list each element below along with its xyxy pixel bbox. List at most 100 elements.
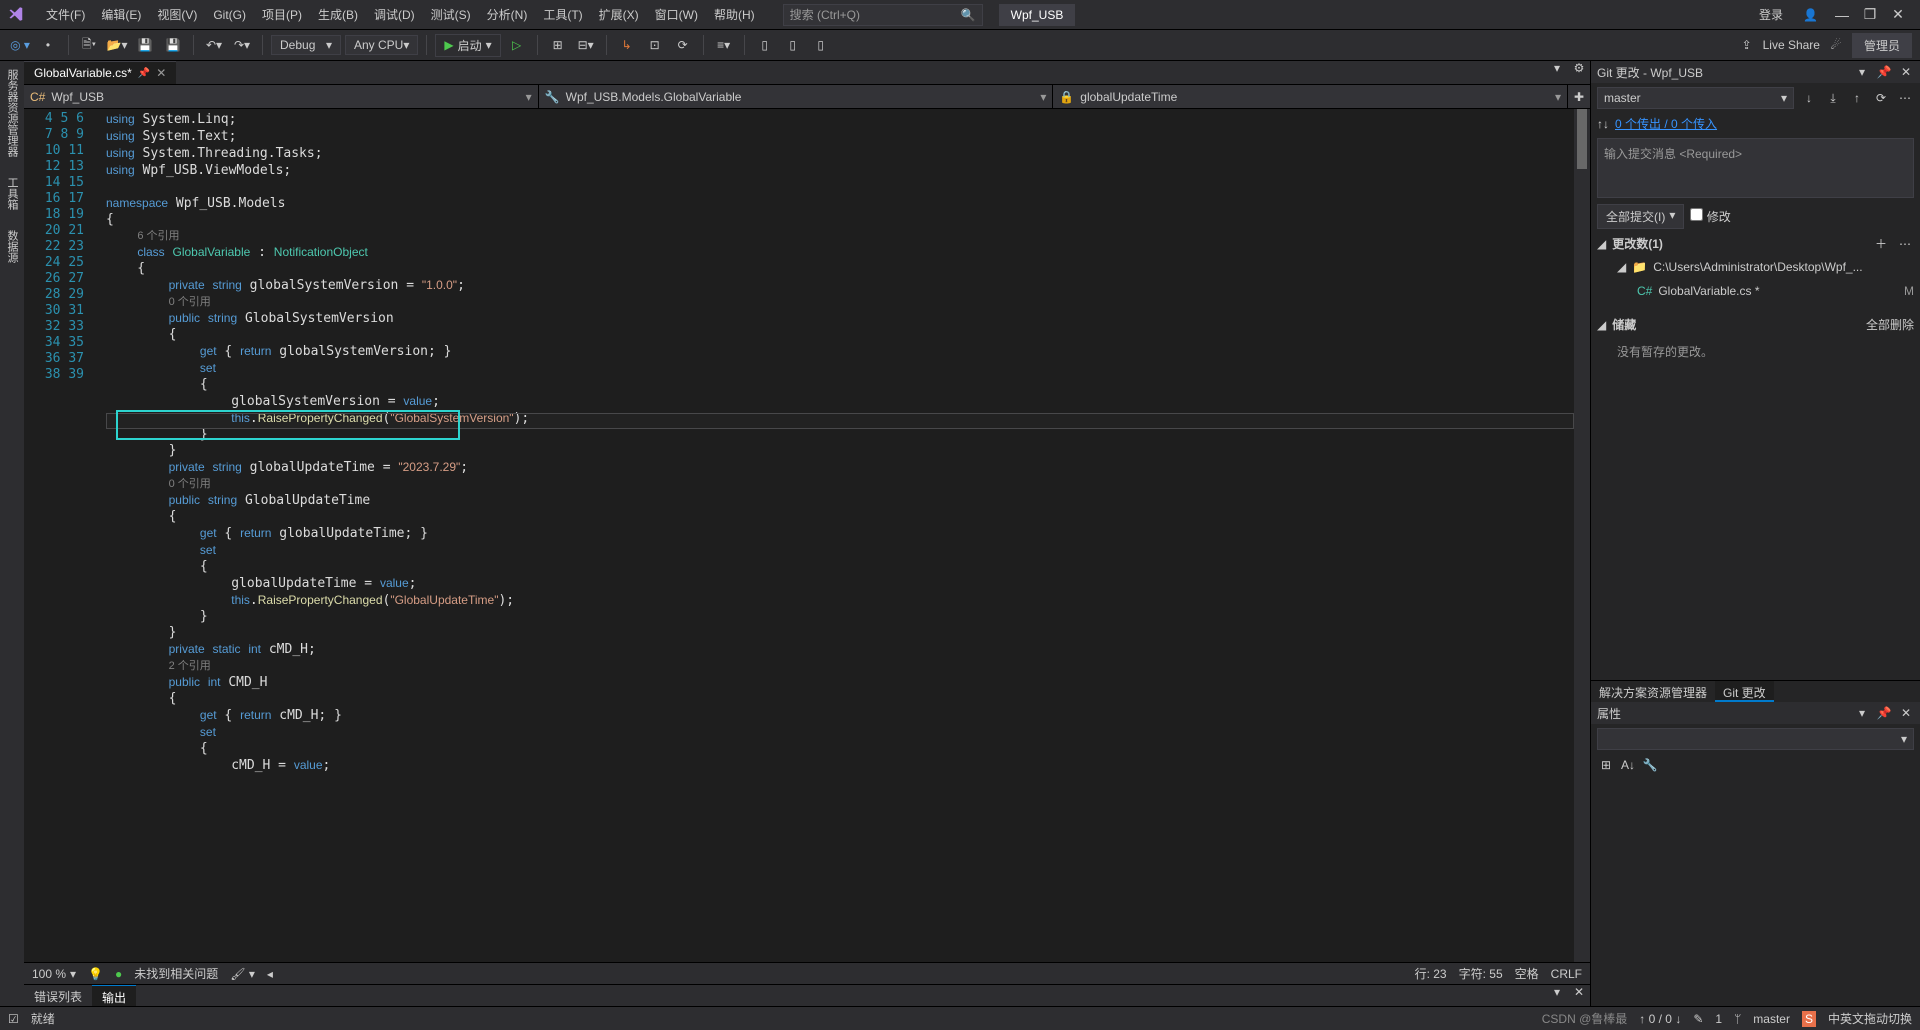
more-icon[interactable]: ⋯ xyxy=(1896,91,1914,105)
ime-text[interactable]: 中英文拖动切换 xyxy=(1828,1010,1912,1027)
fetch-icon[interactable]: ↓ xyxy=(1800,91,1818,105)
menu-git[interactable]: Git(G) xyxy=(205,3,254,27)
code-text[interactable]: using System.Linq; using System.Text; us… xyxy=(106,109,1574,962)
tb-icon-7[interactable]: ▯ xyxy=(753,33,777,57)
panel-pin-icon[interactable]: 📌 xyxy=(1876,65,1892,79)
changed-file[interactable]: C# GlobalVariable.cs * M xyxy=(1597,282,1914,300)
open-file-icon[interactable]: 📂▾ xyxy=(105,33,129,57)
collapse-icon[interactable]: ◢ xyxy=(1597,237,1606,251)
menu-help[interactable]: 帮助(H) xyxy=(706,1,763,28)
tab-git-changes[interactable]: Git 更改 xyxy=(1715,681,1774,702)
solution-name[interactable]: Wpf_USB xyxy=(999,4,1076,26)
menu-test[interactable]: 测试(S) xyxy=(423,1,479,28)
account-icon[interactable]: 👤 xyxy=(1793,4,1828,26)
vertical-scrollbar[interactable] xyxy=(1574,109,1590,962)
branch-icon[interactable]: ᛘ xyxy=(1734,1012,1741,1026)
push-icon[interactable]: ↑ xyxy=(1848,91,1866,105)
ime-icon[interactable]: S xyxy=(1802,1011,1816,1027)
tb-icon-3[interactable]: ↳ xyxy=(615,33,639,57)
nav-class-dropdown[interactable]: 🔧Wpf_USB.Models.GlobalVariable▾ xyxy=(539,85,1054,108)
panel-close-icon[interactable]: ✕ xyxy=(1898,65,1914,79)
login-link[interactable]: 登录 xyxy=(1749,2,1793,27)
status-updown[interactable]: ↑ 0 / 0 ↓ xyxy=(1639,1012,1681,1026)
left-tab-datasource[interactable]: 数据源 xyxy=(2,226,22,267)
menu-edit[interactable]: 编辑(E) xyxy=(93,1,149,28)
brush-icon[interactable]: 🖌 ▾ xyxy=(230,967,255,981)
tb-icon-2[interactable]: ⊟▾ xyxy=(574,33,598,57)
liveshare-icon[interactable]: ⇪ xyxy=(1735,33,1759,57)
menu-project[interactable]: 项目(P) xyxy=(254,1,310,28)
props-object-dropdown[interactable]: ▾ xyxy=(1597,728,1914,750)
changes-count[interactable]: 更改数(1) xyxy=(1612,235,1663,252)
window-close-icon[interactable]: ✕ xyxy=(1884,6,1912,23)
menu-window[interactable]: 窗口(W) xyxy=(647,1,706,28)
changes-folder[interactable]: ◢ 📁 C:\Users\Administrator\Desktop\Wpf_.… xyxy=(1597,258,1914,276)
bottom-dropdown-icon[interactable]: ▾ xyxy=(1546,985,1568,1006)
save-all-icon[interactable]: 💾 xyxy=(161,33,185,57)
tab-dropdown-icon[interactable]: ▾ xyxy=(1546,61,1568,84)
indent-mode[interactable]: 空格 xyxy=(1515,965,1539,982)
fold-gutter[interactable] xyxy=(92,109,106,962)
nav-fwd-icon[interactable]: • xyxy=(36,33,60,57)
outgoing-incoming-link[interactable]: 0 个传出 / 0 个传入 xyxy=(1615,115,1717,132)
tb-icon-8[interactable]: ▯ xyxy=(781,33,805,57)
props-az-icon[interactable]: A↓ xyxy=(1619,758,1637,772)
new-project-icon[interactable]: 🗎▾ xyxy=(77,33,101,57)
nav-back-icon[interactable]: ◎ ▾ xyxy=(8,33,32,57)
zoom-level[interactable]: 100 %▾ xyxy=(32,967,76,981)
tab-solution-explorer[interactable]: 解决方案资源管理器 xyxy=(1591,681,1715,702)
eol-mode[interactable]: CRLF xyxy=(1551,967,1582,981)
window-maximize-icon[interactable]: ❐ xyxy=(1856,6,1884,23)
lightbulb-icon[interactable]: 💡 xyxy=(88,967,103,981)
tb-icon-5[interactable]: ⟳ xyxy=(671,33,695,57)
window-minimize-icon[interactable]: — xyxy=(1828,7,1856,23)
sync-icon[interactable]: ⟳ xyxy=(1872,91,1890,105)
tab-globalvariable[interactable]: GlobalVariable.cs* 📌 ✕ xyxy=(24,61,176,84)
tb-icon-1[interactable]: ⊞ xyxy=(546,33,570,57)
menu-analyze[interactable]: 分析(N) xyxy=(479,1,536,28)
undo-icon[interactable]: ↶▾ xyxy=(202,33,226,57)
props-pin-icon[interactable]: 📌 xyxy=(1876,706,1892,720)
breakpoint-gutter[interactable] xyxy=(24,109,44,962)
stage-all-icon[interactable]: ＋ xyxy=(1872,235,1890,252)
tb-icon-9[interactable]: ▯ xyxy=(809,33,833,57)
amend-checkbox[interactable]: 修改 xyxy=(1690,208,1730,225)
bottom-close-icon[interactable]: ✕ xyxy=(1568,985,1590,1006)
commit-message-input[interactable]: 输入提交消息 <Required> xyxy=(1597,138,1914,198)
props-wrench-icon[interactable]: 🔧 xyxy=(1641,758,1659,772)
redo-icon[interactable]: ↷▾ xyxy=(230,33,254,57)
liveshare-label[interactable]: Live Share xyxy=(1763,38,1820,52)
start-nodebug-icon[interactable]: ▷ xyxy=(505,33,529,57)
menu-file[interactable]: 文件(F) xyxy=(38,1,93,28)
close-tab-icon[interactable]: ✕ xyxy=(156,66,166,80)
issues-text[interactable]: 未找到相关问题 xyxy=(134,965,218,982)
left-tab-server-explorer[interactable]: 服务器资源管理器 xyxy=(2,65,22,161)
feedback-icon[interactable]: ☄ xyxy=(1824,33,1848,57)
hscroll-left-icon[interactable]: ◂ xyxy=(267,967,273,981)
stash-delete-all[interactable]: 全部删除 xyxy=(1866,316,1914,333)
nav-project-dropdown[interactable]: C#Wpf_USB▾ xyxy=(24,85,539,108)
left-tab-toolbox[interactable]: 工具箱 xyxy=(2,173,22,214)
pin-icon[interactable]: 📌 xyxy=(138,68,150,79)
branch-dropdown[interactable]: master▾ xyxy=(1597,87,1794,109)
menu-debug[interactable]: 调试(D) xyxy=(366,1,423,28)
more-changes-icon[interactable]: ⋯ xyxy=(1896,237,1914,251)
tab-output[interactable]: 输出 xyxy=(92,985,136,1006)
props-dropdown-icon[interactable]: ▾ xyxy=(1854,706,1870,720)
tab-error-list[interactable]: 错误列表 xyxy=(24,985,92,1006)
props-cat-icon[interactable]: ⊞ xyxy=(1597,758,1615,772)
props-close-icon[interactable]: ✕ xyxy=(1898,706,1914,720)
pull-icon[interactable]: ⤓ xyxy=(1824,91,1842,106)
config-dropdown[interactable]: Debug▾ xyxy=(271,35,341,55)
nav-member-dropdown[interactable]: 🔒globalUpdateTime▾ xyxy=(1053,85,1568,108)
nav-split-icon[interactable]: ✚ xyxy=(1568,85,1590,108)
global-search-input[interactable]: 搜索 (Ctrl+Q) 🔍 xyxy=(783,4,983,26)
code-editor[interactable]: 4 5 6 7 8 9 10 11 12 13 14 15 16 17 18 1… xyxy=(24,109,1590,962)
commit-all-button[interactable]: 全部提交(I)▾ xyxy=(1597,204,1684,229)
tb-icon-4[interactable]: ⊡ xyxy=(643,33,667,57)
status-branch[interactable]: master xyxy=(1753,1012,1790,1026)
menu-extensions[interactable]: 扩展(X) xyxy=(591,1,647,28)
menu-tools[interactable]: 工具(T) xyxy=(535,1,590,28)
menu-view[interactable]: 视图(V) xyxy=(149,1,205,28)
start-debug-button[interactable]: ▶启动▾ xyxy=(435,34,500,57)
